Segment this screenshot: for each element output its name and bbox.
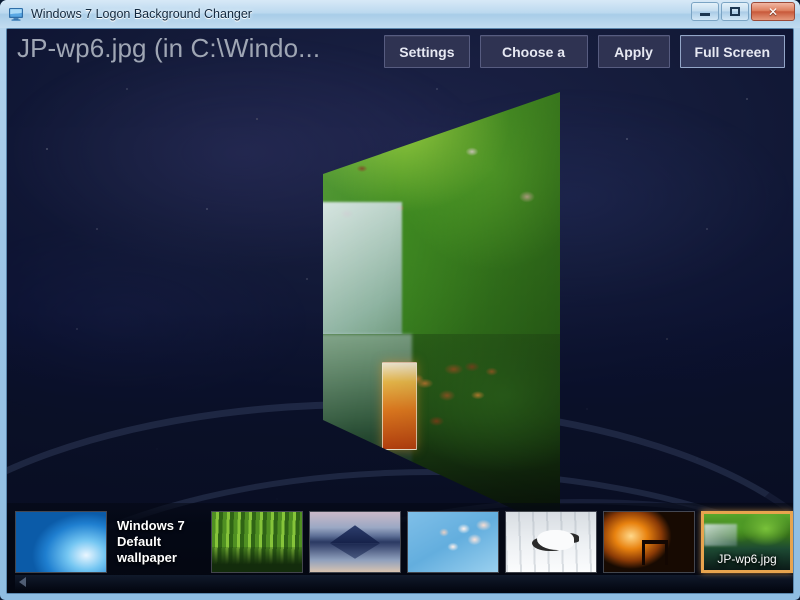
thumbnail-art	[506, 512, 596, 572]
scroll-left-icon[interactable]	[19, 577, 26, 587]
strip-reflection	[15, 575, 793, 591]
settings-button[interactable]: Settings	[384, 35, 470, 68]
choose-folder-button[interactable]: Choose a	[479, 35, 588, 68]
thumbnail-track: Windows 7 Default wallpaper JP-wp6.jpg	[15, 511, 793, 573]
minimize-button[interactable]	[691, 2, 719, 21]
close-button[interactable]: ✕	[751, 2, 795, 21]
minimize-icon	[700, 13, 710, 16]
thumbnail-art	[212, 512, 302, 572]
maximize-icon	[730, 7, 740, 16]
title-bar-left: Windows 7 Logon Background Changer	[8, 0, 252, 28]
client-area: JP-wp6.jpg (in C:\Windo... Settings Choo…	[6, 28, 794, 594]
thumbnail-item[interactable]	[211, 511, 303, 573]
apply-button[interactable]: Apply	[597, 35, 670, 68]
thumbnail-item-selected[interactable]: JP-wp6.jpg	[701, 511, 793, 573]
thumbnail-art	[16, 512, 106, 572]
thumbnail-item[interactable]	[407, 511, 499, 573]
fullscreen-button[interactable]: Full Screen	[679, 35, 785, 68]
thumbnail-item[interactable]	[309, 511, 401, 573]
toolbar-buttons: Settings Choose a Apply Full Screen	[384, 35, 785, 68]
close-icon: ✕	[767, 4, 779, 19]
thumbnail-label: Windows 7 Default wallpaper	[117, 517, 185, 566]
application-window: Windows 7 Logon Background Changer ✕ JP-…	[0, 0, 800, 600]
thumbnail-strip[interactable]: Windows 7 Default wallpaper JP-wp6.jpg	[7, 503, 793, 593]
thumbnail-art	[310, 512, 400, 572]
thumbnail-item[interactable]	[505, 511, 597, 573]
top-toolbar: JP-wp6.jpg (in C:\Windo... Settings Choo…	[7, 29, 793, 75]
thumbnail-item[interactable]	[15, 511, 107, 573]
thumbnail-item[interactable]	[603, 511, 695, 573]
preview-canvas: JP-wp6.jpg (in C:\Windo... Settings Choo…	[7, 29, 793, 593]
thumbnail-caption: JP-wp6.jpg	[717, 552, 777, 566]
monitor-icon	[8, 6, 24, 22]
current-file-title: JP-wp6.jpg (in C:\Windo...	[17, 33, 321, 63]
thumbnail-art	[408, 512, 498, 572]
title-bar[interactable]: Windows 7 Logon Background Changer ✕	[0, 0, 800, 28]
maximize-button[interactable]	[721, 2, 749, 21]
thumbnail-art	[604, 512, 694, 572]
window-title: Windows 7 Logon Background Changer	[31, 7, 252, 21]
window-controls: ✕	[691, 2, 795, 21]
